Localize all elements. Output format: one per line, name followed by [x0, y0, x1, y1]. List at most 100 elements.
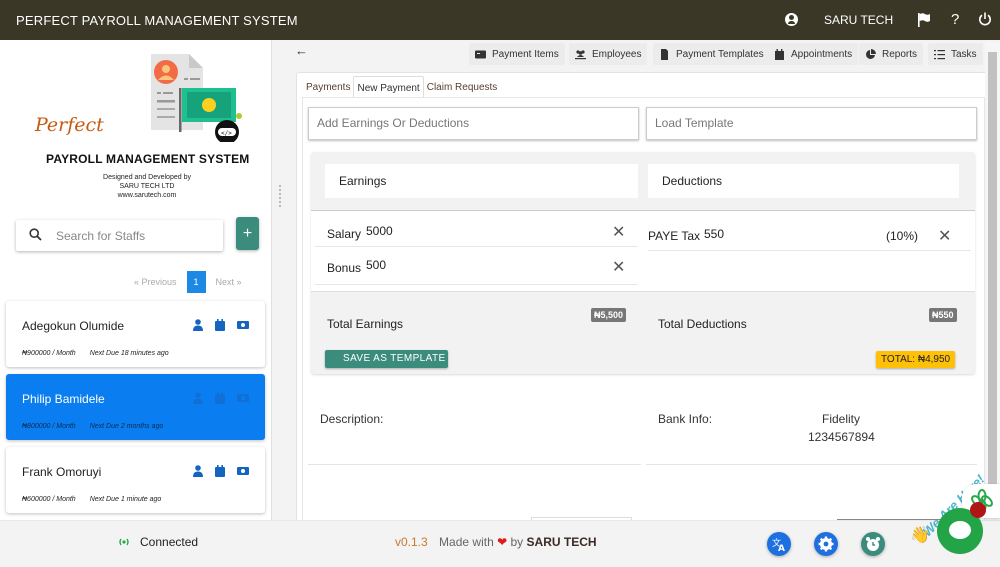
earning-label: Bonus: [327, 261, 362, 275]
deduction-label: PAYE Tax: [648, 229, 701, 243]
notification-badge: [970, 502, 986, 518]
nav-tasks[interactable]: Tasks: [928, 43, 983, 65]
chat-button[interactable]: [937, 502, 986, 554]
translate-icon: 文A: [772, 537, 785, 554]
bank-info-label: Bank Info:: [658, 412, 713, 426]
search-icon: [29, 228, 42, 241]
search-input[interactable]: [56, 225, 216, 246]
deduction-percent: (10%): [886, 229, 919, 243]
staff-next-due: Next Due 2 months ago: [89, 423, 164, 430]
pager-previous[interactable]: « Previous: [134, 277, 177, 287]
new-payment-panel: Add Earnings Or Deductions Load Template…: [302, 97, 985, 543]
sidebar: </> Perfect PAYROLL MANAGEMENT SYSTEM De…: [0, 40, 272, 520]
alarm-button[interactable]: [861, 532, 885, 556]
ledger: Earnings Deductions Salary 5000 ✕ Bonus …: [311, 152, 975, 374]
earnings-header: Earnings: [325, 164, 638, 198]
bank-name: Fidelity: [822, 412, 861, 426]
tab-payments[interactable]: Payments: [303, 76, 353, 98]
nav-payment-items[interactable]: Payment Items: [469, 43, 565, 65]
ledger-items: Salary 5000 ✕ Bonus 500 ✕ PAYE Tax 550 (…: [311, 210, 975, 292]
total-deductions-badge: ₦550: [929, 308, 957, 322]
staff-search[interactable]: [16, 220, 223, 251]
list-icon: [934, 49, 945, 59]
nav-payment-templates[interactable]: Payment Templates: [653, 43, 770, 65]
money-icon[interactable]: [236, 465, 250, 477]
pager-page-1[interactable]: 1: [186, 271, 206, 293]
main-content: ← Payment Items Employees Payment Templa…: [285, 40, 1000, 543]
app-title: PERFECT PAYROLL MANAGEMENT SYSTEM: [16, 13, 298, 28]
total-earnings-label: Total Earnings: [327, 317, 404, 331]
person-icon[interactable]: [192, 392, 204, 404]
logo-system-text: PAYROLL MANAGEMENT SYSTEM: [46, 152, 250, 166]
tab-claim-requests[interactable]: Claim Requests: [424, 76, 501, 98]
translate-button[interactable]: 文A: [767, 532, 791, 556]
id-card-icon: [475, 50, 486, 58]
power-icon[interactable]: [978, 12, 992, 26]
logo-website: www.sarutech.com: [117, 192, 177, 199]
scrollbar-thumb[interactable]: [988, 52, 997, 507]
nav-employees[interactable]: Employees: [569, 43, 648, 65]
money-icon[interactable]: [236, 392, 250, 404]
calendar-icon[interactable]: [214, 319, 226, 331]
logo: </> Perfect PAYROLL MANAGEMENT SYSTEM De…: [30, 48, 270, 199]
add-staff-button[interactable]: +: [236, 217, 259, 250]
earning-item: Salary 5000 ✕: [315, 211, 638, 247]
signal-icon: [119, 538, 129, 546]
staff-salary: ₦800000 / Month: [22, 423, 76, 430]
tab-new-payment[interactable]: New Payment: [353, 76, 424, 98]
close-icon[interactable]: ✕: [938, 226, 951, 246]
scrollbar[interactable]: [985, 42, 1000, 520]
calendar-icon[interactable]: [214, 392, 226, 404]
deduction-amount[interactable]: 550: [704, 227, 724, 241]
divider: [308, 464, 641, 465]
staff-card[interactable]: Frank Omoruyi ₦600000 / Month Next Due 1 …: [6, 447, 265, 513]
alarm-clock-icon: [866, 537, 880, 551]
staff-name: Adegokun Olumide: [22, 319, 125, 333]
waving-hand-icon: 👋: [910, 527, 930, 544]
save-as-template-button[interactable]: SAVE AS TEMPLATE: [325, 350, 448, 368]
staff-card-selected[interactable]: Philip Bamidele ₦800000 / Month Next Due …: [6, 374, 265, 440]
staff-card[interactable]: Adegokun Olumide ₦900000 / Month Next Due…: [6, 301, 265, 367]
close-icon[interactable]: ✕: [612, 257, 625, 277]
person-icon[interactable]: [192, 319, 204, 331]
user-icon[interactable]: [785, 13, 798, 26]
settings-button[interactable]: [814, 532, 838, 556]
flag-icon[interactable]: [918, 13, 930, 27]
close-icon[interactable]: ✕: [612, 222, 625, 242]
staff-next-due: Next Due 1 minute ago: [89, 496, 162, 503]
money-icon[interactable]: [236, 319, 250, 331]
version: v0.1.3: [395, 535, 428, 549]
resize-handle[interactable]: [279, 185, 282, 207]
pager-next[interactable]: Next »: [216, 277, 242, 287]
staff-name: Philip Bamidele: [22, 392, 105, 406]
staff-salary: ₦900000 / Month: [22, 350, 76, 357]
connection-status: Connected: [118, 535, 198, 549]
logo-credit: Designed and Developed by: [103, 174, 191, 181]
add-earnings-deductions-input[interactable]: Add Earnings Or Deductions: [308, 107, 639, 140]
credits: v0.1.3 Made with ❤ by SARU TECH: [395, 535, 597, 549]
svg-text:</>: </>: [221, 130, 232, 137]
net-total-badge: TOTAL: ₦4,950: [876, 351, 956, 368]
calendar-icon[interactable]: [214, 465, 226, 477]
total-earnings-badge: ₦5,500: [591, 308, 627, 322]
earning-amount[interactable]: 500: [366, 258, 386, 272]
earning-amount[interactable]: 5000: [366, 224, 393, 238]
company-name: SARU TECH: [526, 535, 597, 549]
footer: Connected v0.1.3 Made with ❤ by SARU TEC…: [0, 520, 1000, 567]
gear-icon: [818, 536, 834, 552]
load-template-input[interactable]: Load Template: [646, 107, 977, 140]
pie-chart-icon: [866, 48, 876, 59]
heart-icon: ❤: [497, 535, 508, 549]
deductions-header: Deductions: [648, 164, 959, 198]
file-icon: [661, 48, 668, 60]
payment-card: Payments New Payment Claim Requests Add …: [296, 72, 989, 543]
back-arrow-icon[interactable]: ←: [295, 43, 308, 58]
bank-account: 1234567894: [808, 430, 875, 444]
person-icon[interactable]: [192, 465, 204, 477]
nav-appointments[interactable]: Appointments: [768, 43, 859, 65]
divider: [646, 464, 977, 465]
nav-reports[interactable]: Reports: [859, 43, 924, 65]
username[interactable]: SARU TECH: [824, 13, 893, 27]
help-icon[interactable]: ?: [951, 11, 959, 28]
staff-next-due: Next Due 18 minutes ago: [89, 350, 169, 357]
